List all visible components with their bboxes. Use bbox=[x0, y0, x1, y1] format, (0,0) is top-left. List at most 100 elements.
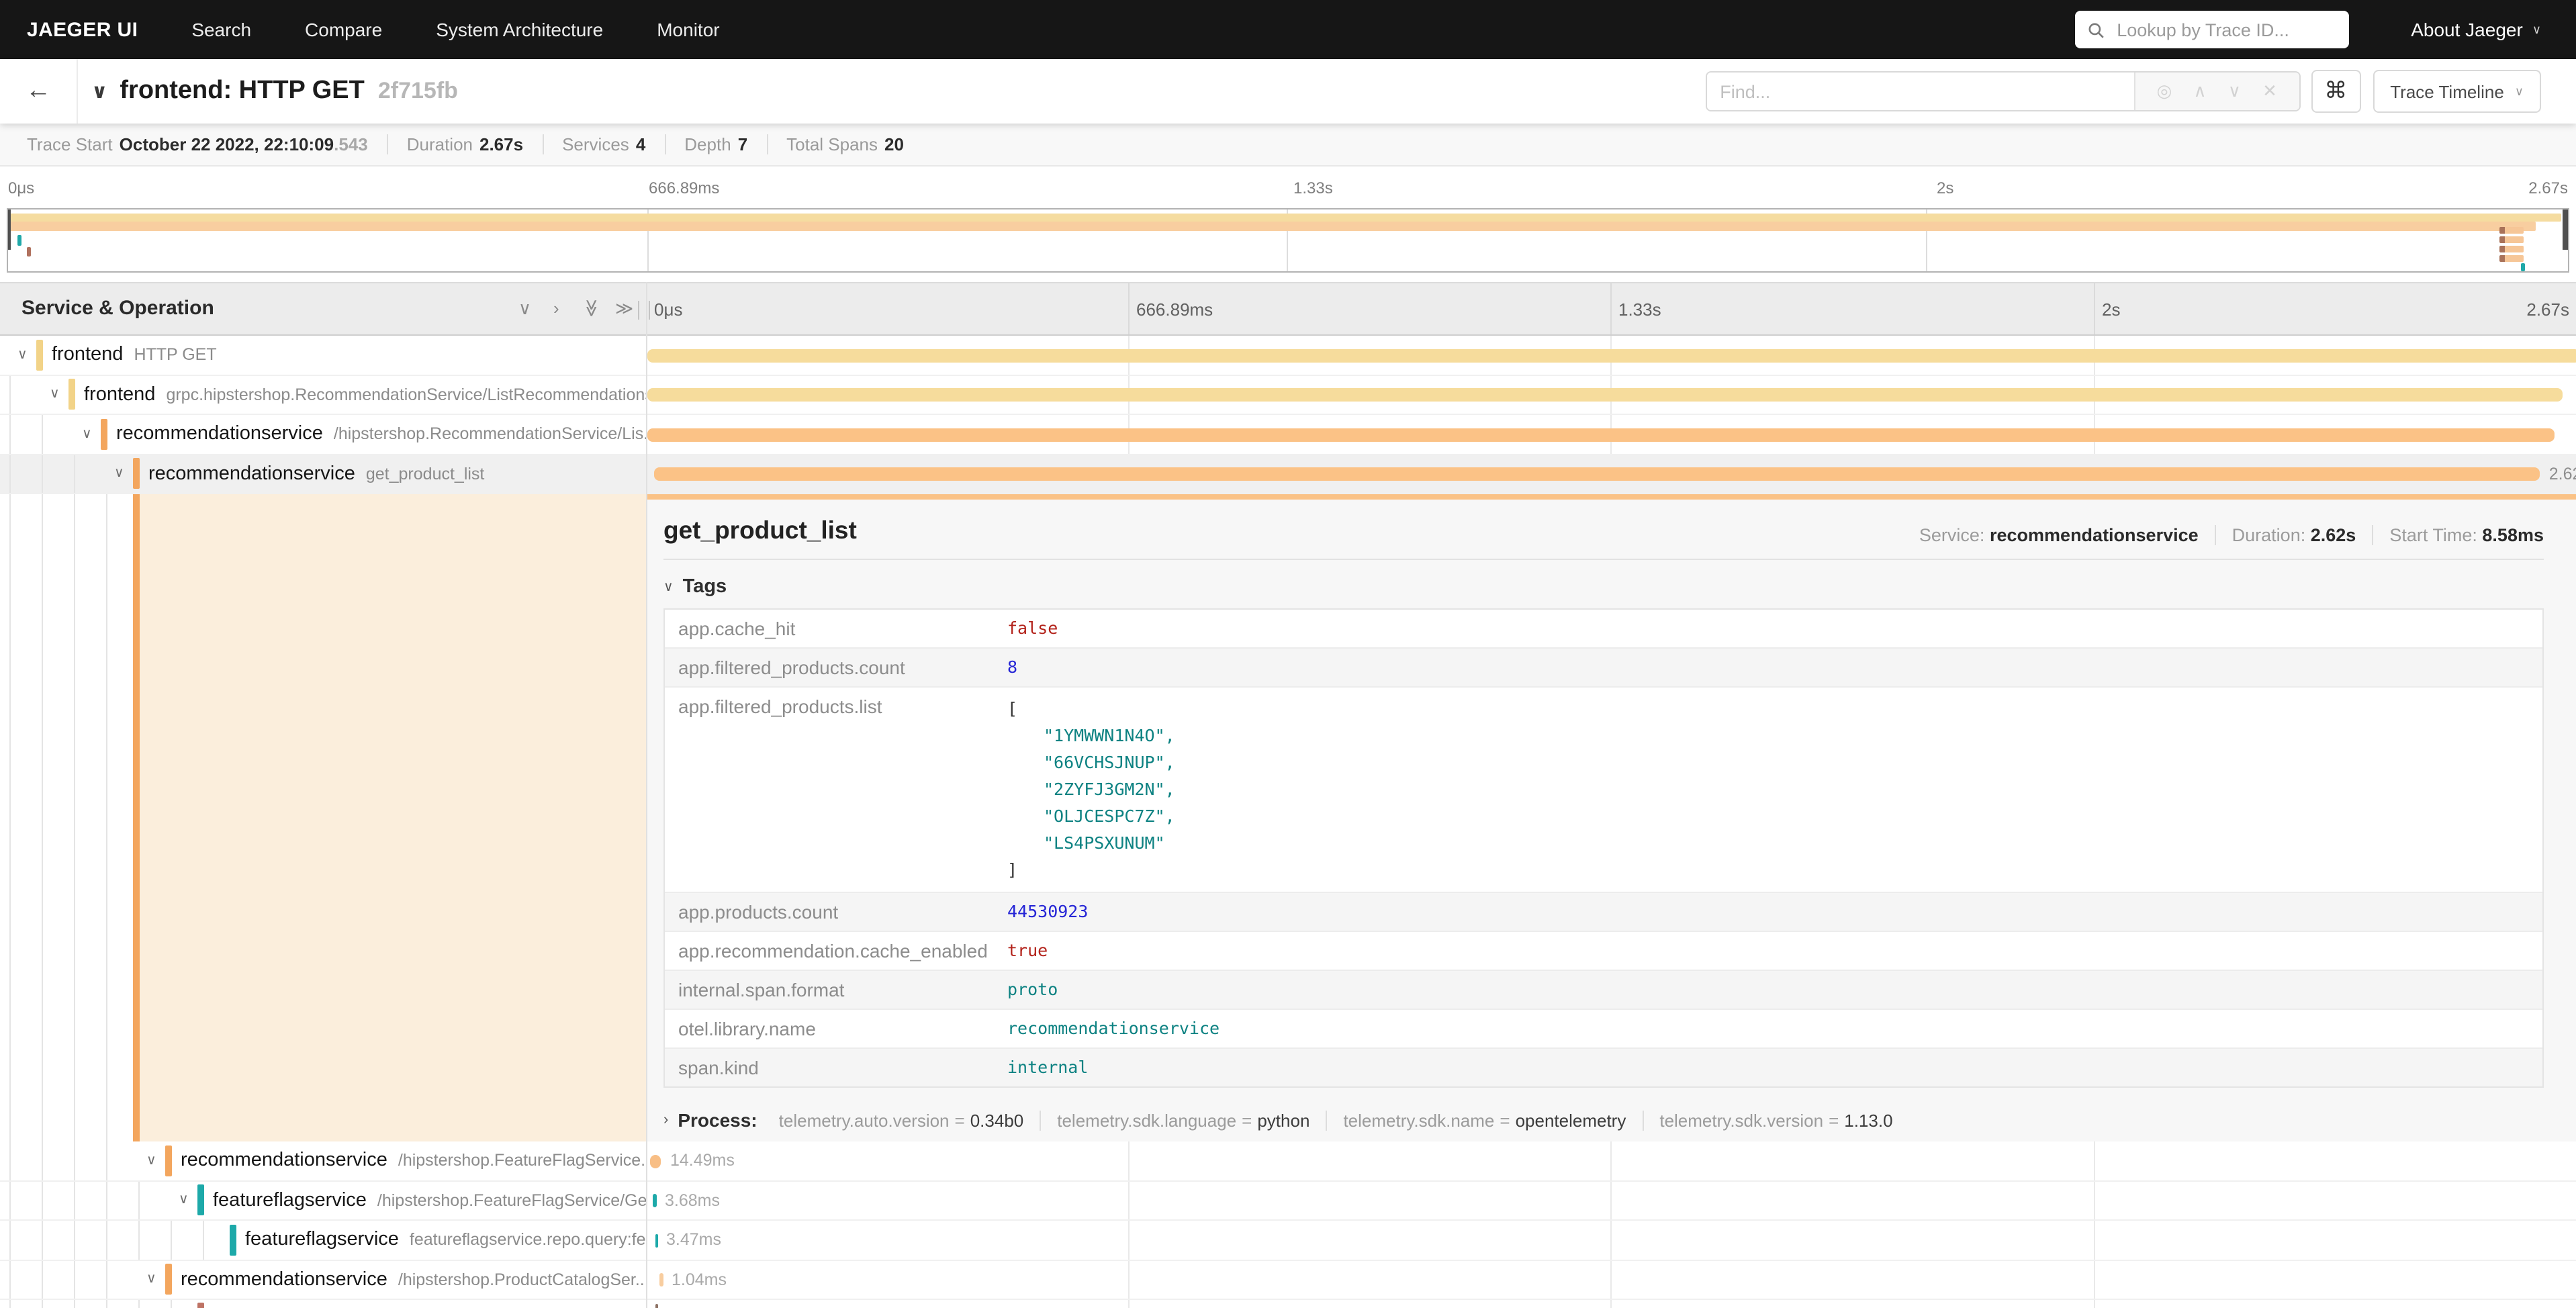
minimap-span-band bbox=[8, 222, 2536, 231]
span-bar[interactable] bbox=[659, 1273, 663, 1287]
axis-tick-3: 2s bbox=[2102, 299, 2120, 320]
trace-id-lookup[interactable] bbox=[2075, 11, 2349, 48]
span-duration-label: 1.04ms bbox=[672, 1270, 727, 1289]
span-row-featureflagservice-get[interactable]: ∨ featureflagservice /hipstershop.Featur… bbox=[0, 1181, 2576, 1221]
detail-start-time: Start Time: 8.58ms bbox=[2373, 525, 2544, 545]
span-row-get-product-list-selected[interactable]: ∨ recommendationservice get_product_list… bbox=[0, 455, 2576, 494]
collapse-one-icon[interactable]: ∨ bbox=[518, 299, 531, 317]
collapse-all-icon[interactable]: ≫ bbox=[584, 299, 601, 317]
chevron-right-icon: › bbox=[663, 1112, 668, 1128]
span-operation: /hipstershop.FeatureFlagService/Ge... bbox=[377, 1191, 646, 1210]
minimap-tick-3: 2s bbox=[1937, 179, 1953, 197]
span-row-recommendation-list[interactable]: ∨ recommendationservice /hipstershop.Rec… bbox=[0, 415, 2576, 455]
chevron-down-icon[interactable]: ∨ bbox=[17, 348, 36, 363]
selected-span-color-bar bbox=[133, 494, 139, 1141]
span-row-featureflagservice-repo-query[interactable]: featureflagservice featureflagservice.re… bbox=[0, 1221, 2576, 1260]
span-duration-label: 14.49ms bbox=[670, 1151, 735, 1170]
process-tag: telemetry.auto.version=0.34b0 bbox=[763, 1110, 1042, 1130]
chevron-down-icon[interactable]: ∨ bbox=[146, 1154, 165, 1168]
minimap-tick-2: 1.33s bbox=[1293, 179, 1333, 197]
name-column-divider bbox=[646, 282, 647, 1308]
chevron-down-icon[interactable]: ∨ bbox=[114, 467, 133, 481]
nav-item-system-architecture[interactable]: System Architecture bbox=[436, 19, 603, 40]
span-operation: featureflagservice.repo.query:fe... bbox=[410, 1231, 646, 1250]
nav-item-monitor[interactable]: Monitor bbox=[657, 19, 719, 40]
minimap-span-tick bbox=[2499, 236, 2524, 243]
tag-row: app.cache_hit false bbox=[665, 610, 2542, 647]
span-bar[interactable] bbox=[647, 348, 2576, 362]
minimap-span-tick bbox=[27, 247, 31, 256]
trace-duration: Duration2.67s bbox=[388, 134, 543, 154]
minimap-tick-4: 2.67s bbox=[2528, 179, 2568, 197]
chevron-down-icon[interactable]: ∨ bbox=[82, 427, 101, 442]
expand-one-icon[interactable]: › bbox=[553, 299, 559, 317]
minimap-canvas[interactable] bbox=[7, 208, 2569, 273]
minimap-tick-0: 0μs bbox=[8, 179, 34, 197]
selected-span-bar-strip bbox=[647, 494, 2576, 500]
top-navbar: JAEGER UI Search Compare System Architec… bbox=[0, 0, 2576, 59]
collapse-trace-icon[interactable]: ∨ bbox=[91, 79, 107, 103]
minimap-span-tick bbox=[2499, 255, 2524, 262]
chevron-down-icon[interactable]: ∨ bbox=[146, 1272, 165, 1287]
nav-item-compare[interactable]: Compare bbox=[305, 19, 382, 40]
next-match-icon[interactable]: ∨ bbox=[2228, 81, 2241, 102]
match-case-icon[interactable]: ◎ bbox=[2157, 81, 2172, 102]
minimap-span-tick bbox=[2499, 246, 2524, 252]
timeline-column-header: Service & Operation ∨ › ≫ ≫ 0μs 666.89ms… bbox=[0, 282, 2576, 336]
span-operation: /hipstershop.ProductCatalogSer... bbox=[398, 1270, 646, 1289]
span-bar[interactable] bbox=[650, 1154, 661, 1168]
span-operation: get_product_list bbox=[366, 465, 485, 483]
column-resize-handle[interactable] bbox=[638, 301, 650, 320]
trace-depth: Depth7 bbox=[665, 134, 768, 154]
service-color-bar bbox=[165, 1146, 171, 1176]
selected-span-tint-block bbox=[139, 494, 646, 1141]
trace-services: Services4 bbox=[543, 134, 665, 154]
span-duration-label: 2.62s bbox=[2549, 464, 2576, 483]
chevron-down-icon[interactable]: ∨ bbox=[179, 1193, 197, 1208]
span-bar[interactable] bbox=[655, 1233, 658, 1247]
tag-row: internal.span.format proto bbox=[665, 970, 2542, 1009]
span-row-product-catalog[interactable]: ∨ recommendationservice /hipstershop.Pro… bbox=[0, 1260, 2576, 1300]
prev-match-icon[interactable]: ∧ bbox=[2194, 81, 2207, 102]
minimap-left-scrubber[interactable] bbox=[8, 209, 11, 250]
span-row-frontend-http-get[interactable]: ∨ frontend HTTP GET bbox=[0, 336, 2576, 375]
service-color-bar bbox=[230, 1225, 236, 1256]
trace-timeline-minimap[interactable]: 0μs 666.89ms 1.33s 2s 2.67s bbox=[0, 167, 2576, 274]
span-bar[interactable] bbox=[654, 467, 2540, 481]
span-bar[interactable] bbox=[647, 388, 2563, 402]
span-bar[interactable] bbox=[653, 1194, 656, 1207]
minimap-tick-1: 666.89ms bbox=[649, 179, 719, 197]
minimap-span-tick bbox=[17, 235, 21, 246]
back-button[interactable]: ← bbox=[0, 59, 78, 124]
trace-id-lookup-input[interactable] bbox=[2114, 18, 2337, 41]
span-operation: grpc.hipstershop.RecommendationService/L… bbox=[166, 385, 646, 404]
span-bar[interactable] bbox=[655, 1304, 658, 1308]
span-service: featureflagservice bbox=[245, 1229, 399, 1251]
minimap-right-scrubber[interactable] bbox=[2563, 209, 2568, 250]
span-service: recommendationservice bbox=[116, 424, 323, 445]
app-logo[interactable]: JAEGER UI bbox=[27, 18, 138, 41]
process-tag: telemetry.sdk.version=1.13.0 bbox=[1643, 1110, 1908, 1130]
process-section-toggle[interactable]: › Process: telemetry.auto.version=0.34b0… bbox=[663, 1109, 2544, 1131]
service-operation-header: Service & Operation bbox=[21, 297, 214, 320]
span-bar[interactable] bbox=[647, 428, 2555, 441]
minimap-span-tick bbox=[2521, 263, 2525, 271]
trace-id-short: 2f715fb bbox=[378, 78, 458, 105]
chevron-down-icon: ∨ bbox=[2515, 84, 2524, 99]
trace-title: frontend: HTTP GET bbox=[120, 77, 365, 106]
span-row-featureflag-parent[interactable]: ∨ recommendationservice /hipstershop.Fea… bbox=[0, 1141, 2576, 1181]
trace-view-selector[interactable]: Trace Timeline ∨ bbox=[2373, 70, 2541, 113]
tags-section-toggle[interactable]: ∨ Tags bbox=[663, 576, 2544, 598]
chevron-down-icon[interactable]: ∨ bbox=[50, 387, 68, 402]
span-row-frontend-grpc[interactable]: ∨ frontend grpc.hipstershop.Recommendati… bbox=[0, 375, 2576, 415]
clear-find-icon[interactable]: ✕ bbox=[2262, 81, 2277, 102]
find-input[interactable] bbox=[1706, 73, 2133, 110]
expand-all-icon[interactable]: ≫ bbox=[615, 299, 633, 317]
nav-item-search[interactable]: Search bbox=[191, 19, 251, 40]
axis-tick-1: 666.89ms bbox=[1136, 299, 1213, 320]
span-row-partial[interactable] bbox=[0, 1300, 2576, 1308]
span-duration-label: 3.47ms bbox=[666, 1230, 721, 1249]
process-tag: telemetry.sdk.name=opentelemetry bbox=[1327, 1110, 1643, 1130]
keyboard-shortcuts-button[interactable]: ⌘ bbox=[2311, 70, 2360, 113]
about-jaeger-menu[interactable]: About Jaeger ∨ bbox=[2411, 19, 2541, 40]
